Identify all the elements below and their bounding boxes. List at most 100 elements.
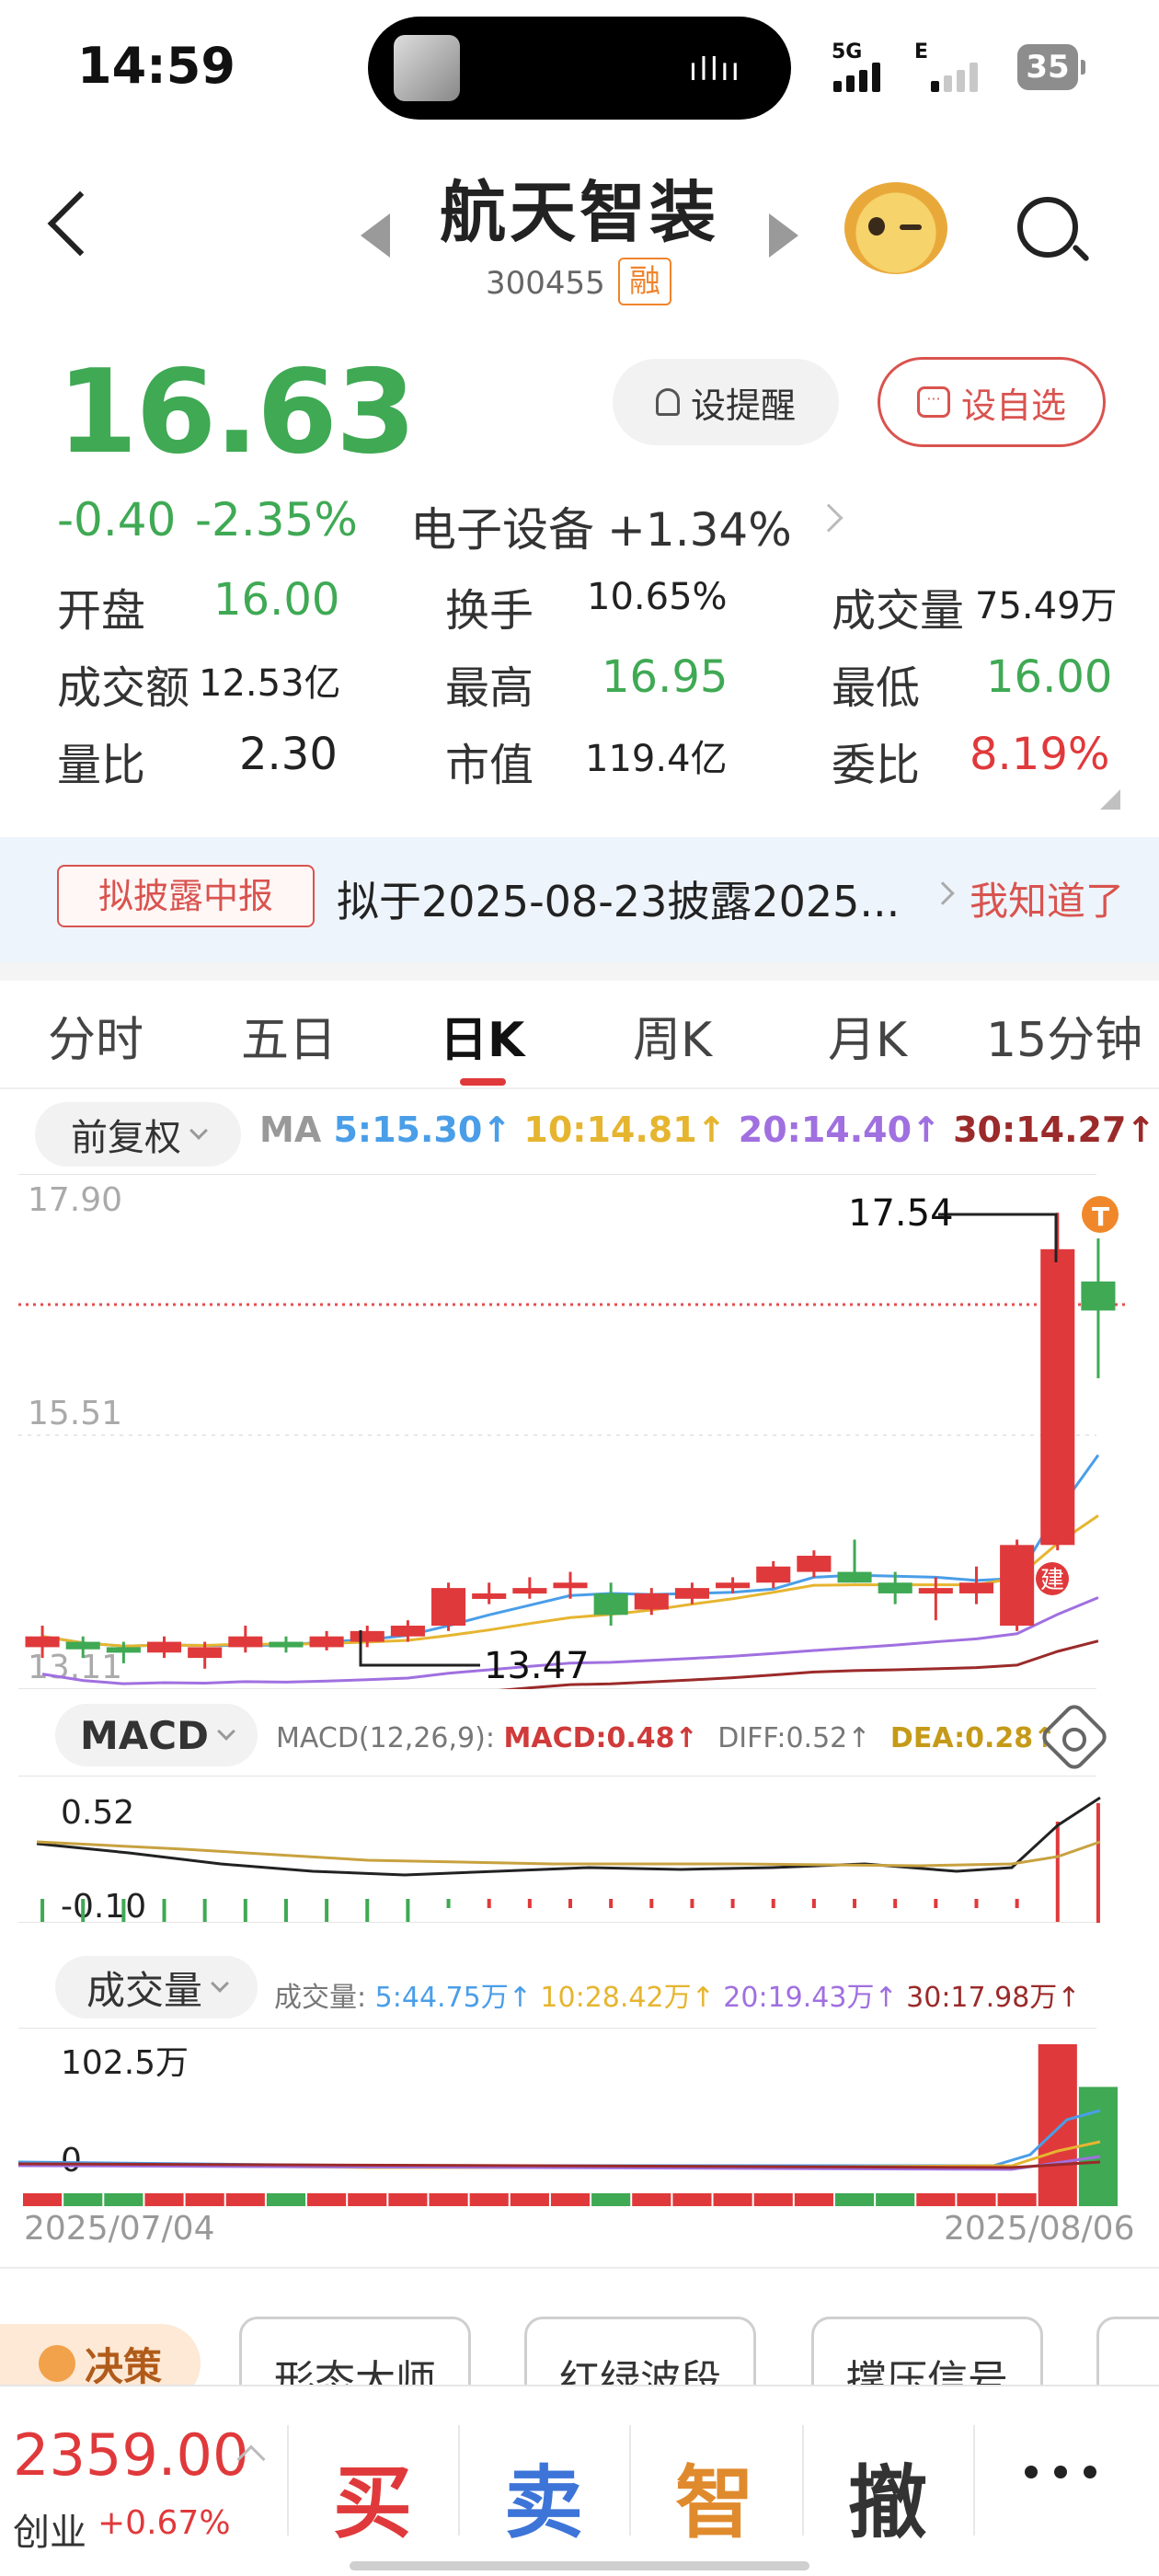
home-indicator xyxy=(350,2561,809,2570)
volume-bar xyxy=(23,2193,63,2206)
open-label: 开盘 xyxy=(57,585,146,637)
macd-name: MACD xyxy=(80,1712,209,1758)
volume-bar xyxy=(388,2193,428,2206)
macd-bar xyxy=(568,1899,572,1908)
candle xyxy=(350,1630,384,1642)
divider xyxy=(973,2425,975,2536)
candle xyxy=(390,1626,425,1637)
dynamic-island: ıllıı xyxy=(368,17,791,120)
volume-bar xyxy=(957,2193,996,2206)
status-time: 14:59 xyxy=(77,37,235,95)
next-stock-icon[interactable] xyxy=(769,213,798,258)
buy-button[interactable]: 买 xyxy=(333,2438,412,2553)
volume-bar xyxy=(916,2193,956,2206)
notice-text[interactable]: 拟于2025-08-23披露2025... xyxy=(337,868,900,929)
bell-icon xyxy=(655,388,680,416)
notice-dismiss-button[interactable]: 我知道了 xyxy=(970,870,1124,926)
macd-chart[interactable]: 0.52 -0.10 xyxy=(0,1776,1159,1923)
candle xyxy=(756,1566,791,1583)
market-cap-value: 119.4亿 xyxy=(585,738,728,780)
macd-legend: MACD(12,26,9): MACD:0.48↑ DIFF:0.52↑ DEA… xyxy=(276,1722,1056,1754)
volume-bar xyxy=(348,2193,387,2206)
settings-gear-icon[interactable] xyxy=(1038,1700,1111,1774)
high-label: 最高 xyxy=(445,662,534,714)
ma20-value: 20:14.40↑ xyxy=(738,1110,941,1150)
decision-icon xyxy=(38,2345,75,2382)
decision-label: 决策 xyxy=(84,2343,162,2389)
expand-corner-icon[interactable] xyxy=(1100,789,1120,810)
volume-chart[interactable]: 102.5万 0 xyxy=(0,2028,1159,2206)
volume-bar xyxy=(1038,2044,1077,2206)
macd-bar xyxy=(609,1899,614,1908)
set-alert-button[interactable]: 设提醒 xyxy=(613,359,839,445)
prev-stock-icon[interactable] xyxy=(361,213,390,258)
back-icon[interactable] xyxy=(47,190,113,257)
volume-bar xyxy=(266,2193,306,2206)
high-value: 16.95 xyxy=(602,651,729,703)
favorite-icon: ··· xyxy=(916,386,950,418)
section-divider xyxy=(0,962,1159,981)
candle xyxy=(431,1588,466,1627)
x-axis-start-date: 2025/07/04 xyxy=(24,2210,215,2248)
macd-bar xyxy=(853,1899,857,1908)
commit-ratio-label: 委比 xyxy=(832,740,921,791)
search-icon[interactable] xyxy=(1017,197,1078,258)
volume-bar xyxy=(591,2193,631,2206)
vol-ratio-value: 2.30 xyxy=(239,729,338,780)
macd-bar xyxy=(730,1899,735,1908)
low-label: 最低 xyxy=(832,662,921,714)
add-favorite-label: 设自选 xyxy=(960,385,1066,426)
tab-monthly-k[interactable]: 月K xyxy=(828,1001,907,1070)
volume-name: 成交量 xyxy=(86,1967,202,2013)
mascot-avatar[interactable] xyxy=(844,182,947,274)
kline-chart[interactable]: 17.90 15.51 13.11 17.54 13.47 T 建 xyxy=(0,1174,1159,1689)
volume-dropdown[interactable]: 成交量 xyxy=(55,1956,258,2018)
sell-button[interactable]: 卖 xyxy=(504,2438,583,2553)
sector-link[interactable]: 电子设备 +1.34% xyxy=(410,493,792,559)
ma-label: MA xyxy=(259,1110,322,1150)
ma-legend: MA 5:15.30↑ 10:14.81↑ 20:14.40↑ 30:14.27… xyxy=(259,1110,1155,1150)
tab-intraday[interactable]: 分时 xyxy=(48,1001,143,1070)
add-favorite-button[interactable]: ··· 设自选 xyxy=(878,357,1106,447)
macd-dropdown[interactable]: MACD xyxy=(55,1704,258,1766)
sector-pct: +1.34% xyxy=(607,503,792,557)
vol-y-top: 102.5万 xyxy=(61,2044,189,2082)
divider xyxy=(629,2425,631,2536)
index-name: 创业 xyxy=(13,2512,86,2554)
volume-legend-label: 成交量: xyxy=(274,1982,367,2014)
macd-bar xyxy=(162,1899,166,1923)
more-icon[interactable] xyxy=(1025,2466,1096,2478)
macd-bar xyxy=(446,1899,451,1908)
smart-button[interactable]: 智 xyxy=(675,2438,754,2553)
candle xyxy=(1081,1281,1116,1311)
candle xyxy=(918,1588,953,1594)
chart-bottom-divider xyxy=(0,2267,1159,2269)
volume-bar xyxy=(834,2193,875,2206)
tab-15min[interactable]: 15分钟 xyxy=(986,1001,1142,1070)
adjust-dropdown[interactable]: 前复权 xyxy=(35,1102,241,1167)
tab-five-day[interactable]: 五日 xyxy=(241,1001,337,1070)
macd-bar xyxy=(121,1899,126,1923)
notice-tag: 拟披露中报 xyxy=(57,865,315,927)
cancel-order-button[interactable]: 撤 xyxy=(848,2438,927,2553)
vol-ma20: 20:19.43万↑ xyxy=(723,1982,898,2014)
index-value[interactable]: 2359.00 xyxy=(13,2421,248,2489)
vol-ratio-label: 量比 xyxy=(57,740,146,791)
candle xyxy=(553,1582,588,1589)
volume-bar xyxy=(713,2193,752,2206)
tab-weekly-k[interactable]: 周K xyxy=(633,1001,712,1070)
set-alert-label: 设提醒 xyxy=(690,385,796,426)
battery-icon: 35 xyxy=(1017,44,1085,90)
dea-value: DEA:0.28↑ xyxy=(889,1722,1057,1754)
tab-daily-k[interactable]: 日K xyxy=(440,1001,524,1070)
x-axis-end-date: 2025/08/06 xyxy=(944,2210,1135,2248)
ma30-value: 30:14.27↑ xyxy=(953,1110,1156,1150)
candle xyxy=(106,1647,141,1653)
divider xyxy=(458,2425,460,2536)
macd-bar xyxy=(1055,1822,1060,1923)
chevron-right-icon xyxy=(814,503,843,533)
candles-group xyxy=(25,1213,1116,1669)
macd-bar xyxy=(202,1899,207,1923)
ma5-value: 5:15.30↑ xyxy=(333,1110,512,1150)
volume-value: 75.49万 xyxy=(975,585,1118,627)
